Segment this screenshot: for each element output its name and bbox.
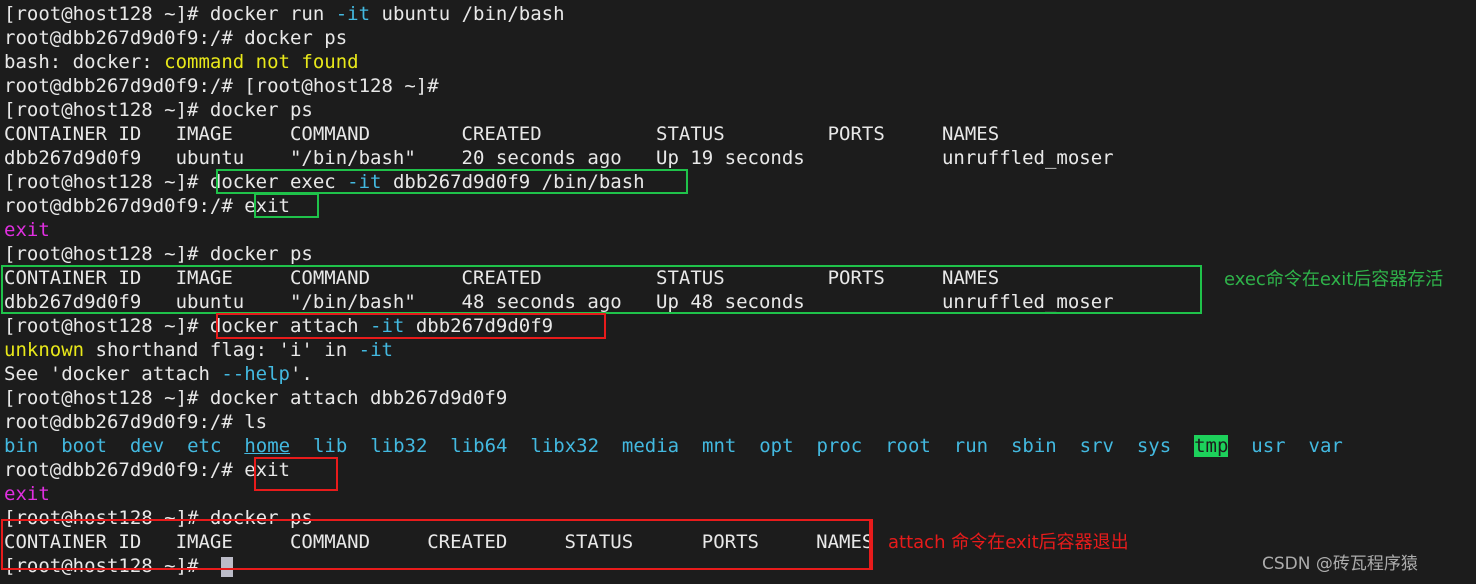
ls-entry-libx32: libx32 <box>530 435 600 457</box>
ls-entry-run: run <box>953 435 989 457</box>
ls-entry-lib: lib <box>312 435 348 457</box>
terminal-line: root@dbb267d9d0f9:/# exit <box>4 195 290 217</box>
terminal-window[interactable]: [root@host128 ~]# docker run -it ubuntu … <box>0 0 1476 584</box>
terminal-line-ls-output: bin boot dev etc home lib lib32 lib64 li… <box>4 434 1343 458</box>
terminal-line: [root@host128 ~]# docker ps <box>4 99 313 121</box>
terminal-cursor <box>221 557 233 577</box>
ls-entry-lib32: lib32 <box>370 435 428 457</box>
terminal-line: [root@host128 ~]# <box>4 555 210 577</box>
ls-entry-root: root <box>885 435 931 457</box>
terminal-line: root@dbb267d9d0f9:/# docker ps <box>4 27 348 49</box>
annotation-attach-note: attach 命令在exit后容器退出 <box>888 532 1129 553</box>
terminal-line: exit <box>4 483 50 505</box>
ls-entry-mnt: mnt <box>702 435 737 457</box>
ls-entry-bin: bin <box>4 435 39 457</box>
csdn-watermark: CSDN @砖瓦程序猿 <box>1262 554 1418 574</box>
ls-entry-usr: usr <box>1251 435 1286 457</box>
terminal-line: CONTAINER ID IMAGE COMMAND CREATED STATU… <box>4 267 1000 289</box>
ls-entry-opt: opt <box>759 435 794 457</box>
ls-entry-dev: dev <box>129 435 165 457</box>
terminal-line: [root@host128 ~]# docker ps <box>4 507 313 529</box>
ls-entry-media: media <box>621 435 680 457</box>
terminal-line: CONTAINER ID IMAGE COMMAND CREATED STATU… <box>4 123 1000 145</box>
terminal-line: [root@host128 ~]# docker run -it ubuntu … <box>4 3 565 25</box>
terminal-line: [root@host128 ~]# docker attach dbb267d9… <box>4 387 508 409</box>
terminal-line: [root@host128 ~]# docker attach -it dbb2… <box>4 315 554 337</box>
ls-entry-etc: etc <box>187 435 222 457</box>
ls-entry-proc: proc <box>816 435 863 457</box>
ls-entry-var: var <box>1308 435 1343 457</box>
ls-entry-srv: srv <box>1079 435 1114 457</box>
connector-bracket-exec <box>1186 265 1202 314</box>
terminal-line: [root@host128 ~]# docker exec -it dbb267… <box>4 171 645 193</box>
ls-entry-sys: sys <box>1136 435 1172 457</box>
ls-entry-boot: boot <box>61 435 107 457</box>
terminal-line: root@dbb267d9d0f9:/# exit <box>4 459 290 481</box>
ls-entry-lib64: lib64 <box>450 435 508 457</box>
terminal-line: bash: docker: command not found <box>4 51 359 73</box>
ls-entry-home: home <box>244 435 291 457</box>
terminal-line: dbb267d9d0f9 ubuntu "/bin/bash" 48 secon… <box>4 291 1114 313</box>
terminal-line: [root@host128 ~]# docker ps <box>4 243 313 265</box>
terminal-line: exit <box>4 219 50 241</box>
ls-entry-sbin: sbin <box>1010 435 1057 457</box>
terminal-line: root@dbb267d9d0f9:/# [root@host128 ~]# <box>4 75 439 97</box>
terminal-line: root@dbb267d9d0f9:/# ls <box>4 411 268 433</box>
terminal-line: See 'docker attach --help'. <box>4 363 313 385</box>
terminal-line: unknown shorthand flag: 'i' in -it <box>4 339 393 361</box>
terminal-line: dbb267d9d0f9 ubuntu "/bin/bash" 20 secon… <box>4 147 1114 169</box>
ls-entry-tmp: tmp <box>1194 435 1229 457</box>
annotation-exec-note: exec命令在exit后容器存活 <box>1224 269 1444 290</box>
terminal-line: CONTAINER ID IMAGE COMMAND CREATED STATU… <box>4 531 874 553</box>
